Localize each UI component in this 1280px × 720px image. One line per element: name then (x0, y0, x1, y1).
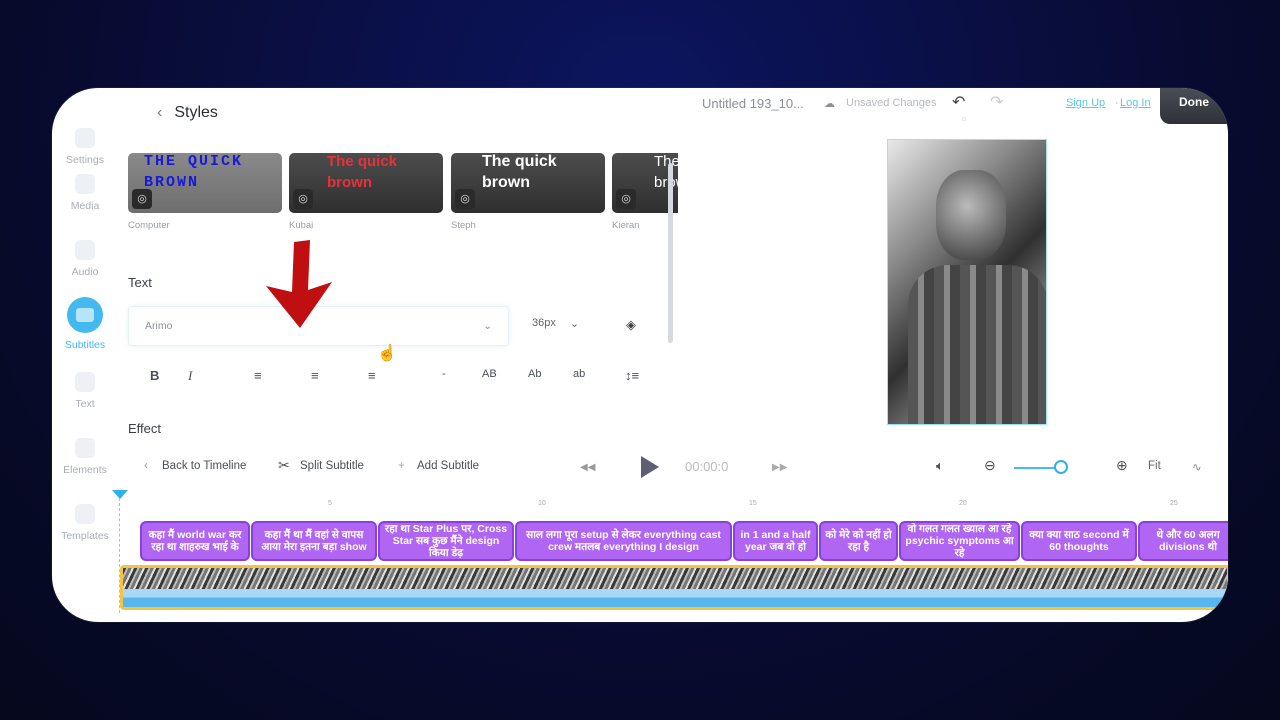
subtitle-clip[interactable]: वो गलत गलत ख्याल आ रहे psychic symptoms … (899, 521, 1020, 561)
plus-icon: + (398, 460, 405, 472)
lowercase-button[interactable]: ab (573, 368, 585, 380)
sidebar: Settings Media Audio Subtitles Text Elem… (52, 88, 118, 622)
sidebar-item-subtitles[interactable]: Subtitles (52, 297, 118, 351)
sidebar-item-audio[interactable]: Audio (52, 240, 118, 278)
subtitle-track: कहा मैं world war कर रहा था शाहरुख भाई क… (140, 521, 1228, 561)
animation-icon: ◎ (132, 189, 152, 209)
chevron-left-icon: ‹ (144, 460, 148, 472)
save-status: Unsaved Changes (846, 97, 937, 109)
templates-icon (75, 504, 95, 524)
subtitle-clip[interactable]: कहा मैं था मैं वहां से वापस आया मेरा इतन… (251, 521, 377, 561)
sidebar-item-settings[interactable]: Settings (52, 128, 118, 166)
bold-button[interactable]: B (150, 368, 159, 383)
log-in-link[interactable]: Log In (1120, 97, 1151, 109)
ruler-tick: 25 (1170, 500, 1178, 507)
ruler-tick: 10 (538, 500, 546, 507)
style-presets: THE QUICK BROWN ◎ Computer The quick bro… (128, 153, 678, 233)
uppercase-button[interactable]: AB (482, 368, 497, 380)
cloud-off-icon: ☁ (824, 98, 835, 110)
redo-icon[interactable]: ↷ (990, 92, 1003, 112)
fill-color-icon[interactable]: ◈ (626, 317, 636, 333)
chevron-down-icon: ⌄ (483, 320, 492, 332)
subtitle-clip[interactable]: थे और 60 अलग divisions थी (1138, 521, 1228, 561)
panel-title: Styles (174, 104, 218, 121)
ruler-tick: 20 (959, 500, 967, 507)
back-chevron-icon[interactable]: ‹ (157, 104, 162, 122)
playhead-handle[interactable] (112, 490, 128, 499)
add-subtitle-button[interactable]: Add Subtitle (417, 460, 479, 472)
zoom-in-icon[interactable]: ⊕ (1116, 457, 1128, 474)
format-toolbar: B I ≡ ≡ ≡ - AB Ab ab ↕≡ (128, 368, 648, 388)
zoom-out-icon[interactable]: ⊖ (984, 457, 996, 474)
ruler-tick: 5 (328, 500, 332, 507)
editor-window: Settings Media Audio Subtitles Text Elem… (52, 88, 1228, 622)
video-thumbnails (123, 568, 1227, 589)
subtitles-icon (67, 297, 103, 333)
align-right-icon[interactable]: ≡ (368, 368, 376, 383)
titlecase-button[interactable]: Ab (528, 368, 541, 380)
media-icon (75, 174, 95, 194)
animation-icon: ◎ (616, 189, 636, 209)
subtitle-clip[interactable]: साल लगा पूरा setup से लेकर everything ca… (515, 521, 732, 561)
align-left-icon[interactable]: ≡ (254, 368, 262, 383)
audio-waveform (123, 589, 1227, 607)
line-height-icon[interactable]: ↕≡ (625, 368, 639, 383)
preview-subject (936, 170, 1006, 260)
ruler-tick: 15 (749, 500, 757, 507)
project-title[interactable]: Untitled 193_10... (702, 96, 804, 111)
subtitle-clip[interactable]: कहा मैं world war कर रहा था शाहरुख भाई क… (140, 521, 250, 561)
italic-button[interactable]: I (188, 368, 192, 384)
rotate-handle-icon[interactable]: ○ (961, 114, 967, 125)
style-card-kubai[interactable]: The quick brown ◎ (289, 153, 443, 213)
back-to-timeline-button[interactable]: Back to Timeline (162, 460, 246, 472)
subtitle-clip[interactable]: रहा था Star Plus पर, Cross Star सब कुछ म… (378, 521, 514, 561)
subtitle-clip[interactable]: क्या क्या साठ second में 60 thoughts (1021, 521, 1137, 561)
case-none-button[interactable]: - (442, 368, 446, 380)
video-preview[interactable] (887, 139, 1047, 425)
split-subtitle-button[interactable]: Split Subtitle (300, 460, 364, 472)
waveform-icon[interactable]: ∿ (1192, 460, 1202, 474)
sidebar-item-templates[interactable]: Templates (52, 504, 118, 542)
video-track[interactable] (120, 565, 1228, 610)
play-button[interactable] (641, 456, 659, 478)
fit-button[interactable]: Fit (1148, 460, 1161, 472)
done-button[interactable]: Done (1160, 88, 1228, 124)
timecode: 00:00:0 (685, 459, 729, 474)
panel-scrollbar[interactable] (668, 163, 673, 343)
rewind-icon[interactable]: ◀◀ (580, 462, 595, 473)
style-card-computer[interactable]: THE QUICK BROWN ◎ (128, 153, 282, 213)
audio-icon (75, 240, 95, 260)
align-center-icon[interactable]: ≡ (311, 368, 319, 383)
red-arrow-annotation (266, 240, 332, 328)
settings-icon (75, 128, 95, 148)
sign-up-link[interactable]: Sign Up (1066, 97, 1105, 109)
style-card-steph[interactable]: The quick brown ◎ (451, 153, 605, 213)
volume-icon[interactable]: 🔈︎ (936, 458, 944, 474)
effect-section-label: Effect (128, 421, 162, 436)
subtitle-clip[interactable]: in 1 and a half year जब वो हो (733, 521, 818, 561)
sidebar-item-media[interactable]: Media (52, 174, 118, 212)
scissors-icon: ✂ (278, 457, 290, 473)
chevron-down-icon: ⌄ (569, 318, 580, 330)
hand-cursor-icon: ☝ (377, 345, 397, 362)
zoom-slider-track[interactable] (1014, 467, 1058, 469)
font-size-select[interactable]: 36px ⌄ (532, 317, 579, 330)
subtitle-clip[interactable]: को मेरे को नहीं हो रहा है (819, 521, 898, 561)
animation-icon: ◎ (455, 189, 475, 209)
fast-forward-icon[interactable]: ▶▶ (772, 462, 787, 473)
undo-icon[interactable]: ↶ (952, 92, 965, 112)
elements-icon (75, 438, 95, 458)
text-section-label: Text (128, 275, 152, 290)
text-icon (75, 372, 95, 392)
animation-icon: ◎ (293, 189, 313, 209)
panel-header: ‹ Styles (157, 104, 218, 122)
sidebar-item-elements[interactable]: Elements (52, 438, 118, 476)
sidebar-item-text[interactable]: Text (52, 372, 118, 410)
